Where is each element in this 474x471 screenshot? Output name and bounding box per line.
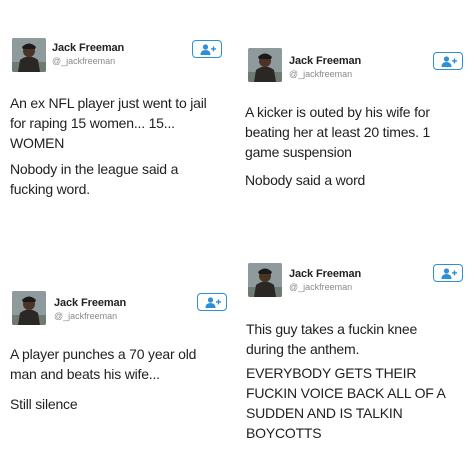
author-name[interactable]: Jack Freeman <box>52 42 124 54</box>
avatar[interactable] <box>248 263 282 297</box>
tweet-paragraph: A kicker is outed by his wife for beatin… <box>245 104 431 160</box>
tweet-card-3: Jack Freeman @_jackfreeman A player punc… <box>0 235 237 471</box>
tweet-paragraph: Nobody said a word <box>245 172 366 188</box>
tweet-card-2: Jack Freeman @_jackfreeman A kicker is o… <box>237 0 474 230</box>
add-user-icon <box>441 268 457 279</box>
author-name[interactable]: Jack Freeman <box>54 297 126 309</box>
follow-button[interactable] <box>197 293 227 311</box>
tweet-paragraph: This guy takes a fuckin knee during the … <box>246 321 418 357</box>
follow-button[interactable] <box>433 264 463 282</box>
tweet-paragraph: EVERYBODY GETS THEIR FUCKIN VOICE BACK A… <box>246 365 446 441</box>
tweet-paragraph: A player punches a 70 year old man and b… <box>10 346 197 382</box>
author-handle[interactable]: @_jackfreeman <box>289 282 352 292</box>
tweet-text: An ex NFL player just went to jail for r… <box>10 93 234 199</box>
author-handle[interactable]: @_jackfreeman <box>52 56 115 66</box>
follow-button[interactable] <box>433 52 463 70</box>
tweet-paragraph: An ex NFL player just went to jail for r… <box>10 95 207 151</box>
author-name[interactable]: Jack Freeman <box>289 268 361 280</box>
tweet-card-1: Jack Freeman @_jackfreeman An ex NFL pla… <box>0 0 237 230</box>
author-handle[interactable]: @_jackfreeman <box>289 69 352 79</box>
avatar[interactable] <box>248 48 282 82</box>
tweet-card-4: Jack Freeman @_jackfreeman This guy take… <box>237 235 474 471</box>
author-name[interactable]: Jack Freeman <box>289 55 361 67</box>
tweet-paragraph: Nobody in the league said a fucking word… <box>10 161 179 197</box>
tweet-text: A player punches a 70 year old man and b… <box>10 344 234 414</box>
add-user-icon <box>200 44 216 55</box>
author-handle[interactable]: @_jackfreeman <box>54 311 117 321</box>
add-user-icon <box>441 56 457 67</box>
tweet-text: This guy takes a fuckin knee during the … <box>246 319 472 443</box>
tweet-paragraph: Still silence <box>10 396 78 412</box>
add-user-icon <box>205 297 221 308</box>
tweet-text: A kicker is outed by his wife for beatin… <box>245 102 471 190</box>
avatar[interactable] <box>12 38 46 72</box>
follow-button[interactable] <box>192 40 222 58</box>
avatar[interactable] <box>12 291 46 325</box>
